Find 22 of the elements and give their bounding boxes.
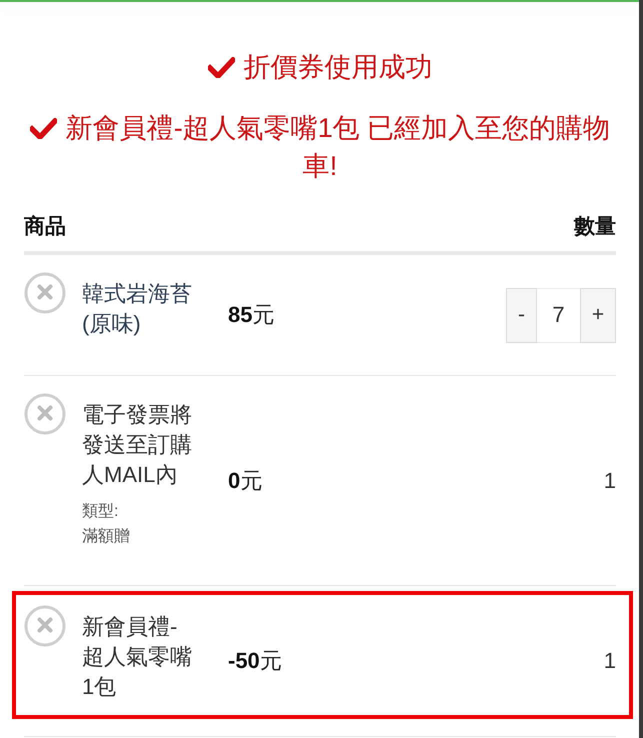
success-message: 新會員禮-超人氣零嘴1包 已經加入至您的購物車! xyxy=(66,113,610,181)
column-header: 數量 xyxy=(574,214,616,240)
remove-icon[interactable] xyxy=(24,393,66,435)
check-icon xyxy=(30,118,57,139)
remove-icon[interactable] xyxy=(24,605,66,647)
success-message: 折價券使用成功 xyxy=(244,52,432,82)
decrease-button[interactable]: - xyxy=(506,288,537,342)
price-text: -50元 xyxy=(228,647,282,675)
detail-label: 類型: xyxy=(82,502,118,522)
column-header: 商品 xyxy=(24,214,66,240)
product-name: 新會員禮-超人氣零嘴1包 xyxy=(82,613,193,701)
price-text: 0元 xyxy=(228,466,262,494)
quantity-text: 1 xyxy=(604,647,616,675)
remove-icon[interactable] xyxy=(24,272,66,314)
quantity-text: 1 xyxy=(604,466,616,494)
check-icon xyxy=(208,57,234,78)
product-link[interactable]: 韓式岩海苔(原味) xyxy=(82,279,196,339)
price-text: 85元 xyxy=(228,301,274,329)
product-name: 電子發票將發送至訂購人MAIL內 xyxy=(82,401,193,489)
detail-value: 滿額贈 xyxy=(82,526,130,547)
quantity-field[interactable]: 7 xyxy=(537,288,580,342)
increase-button[interactable]: + xyxy=(580,288,616,342)
